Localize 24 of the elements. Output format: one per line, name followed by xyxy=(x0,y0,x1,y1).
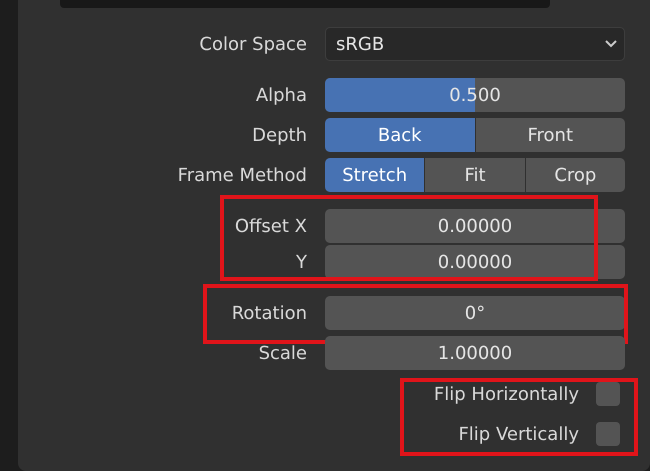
toggle-option[interactable]: Crop xyxy=(526,158,625,192)
top-field[interactable] xyxy=(60,0,550,8)
field-label: Scale xyxy=(258,342,307,364)
field-label: Color Space xyxy=(199,34,307,54)
number-field[interactable]: 0° xyxy=(325,296,625,330)
field-label: Rotation xyxy=(232,302,307,324)
checkbox-label: Flip Horizontally xyxy=(434,382,579,406)
toggle-option[interactable]: Front xyxy=(476,118,625,152)
toggle-option[interactable]: Fit xyxy=(425,158,525,192)
chevron-down-icon xyxy=(604,39,618,49)
toggle-option[interactable]: Back xyxy=(325,118,474,152)
checkbox-label: Flip Vertically xyxy=(458,422,579,446)
toggle-option[interactable]: Stretch xyxy=(325,158,424,192)
field-label: Frame Method xyxy=(178,164,307,186)
field-label: Offset X xyxy=(234,216,307,236)
checkbox[interactable] xyxy=(596,382,620,406)
field-label: Y xyxy=(296,252,307,272)
number-field[interactable]: 0.00000 xyxy=(325,209,625,243)
checkbox[interactable] xyxy=(596,422,620,446)
number-field[interactable]: 1.00000 xyxy=(325,336,625,370)
number-field[interactable]: 0.00000 xyxy=(325,245,625,279)
field-label: Alpha xyxy=(256,84,307,106)
field-label: Depth xyxy=(252,124,307,146)
dropdown[interactable]: sRGB xyxy=(325,27,625,61)
